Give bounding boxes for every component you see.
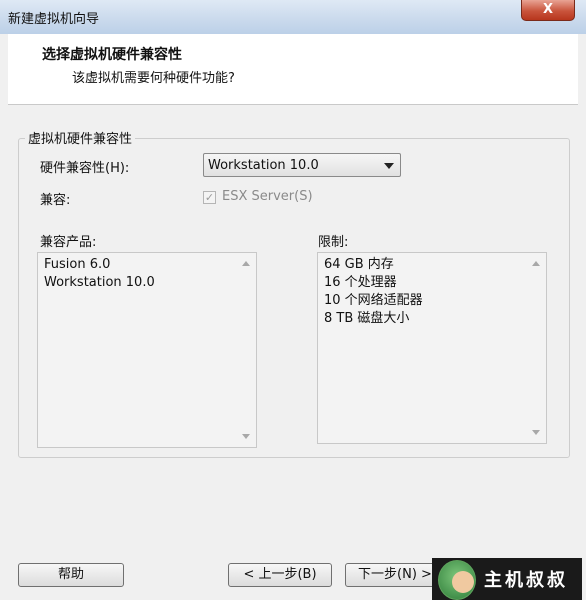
compatible-label: 兼容: xyxy=(40,193,71,208)
list-item: Fusion 6.0 xyxy=(44,257,111,272)
mascot-face xyxy=(452,571,474,593)
groupbox-legend: 虚拟机硬件兼容性 xyxy=(25,128,136,147)
esx-server-label: ESX Server(S) xyxy=(222,189,313,204)
compatible-products-list[interactable]: Fusion 6.0 Workstation 10.0 xyxy=(37,252,257,448)
next-button[interactable]: 下一步(N) > xyxy=(345,563,445,587)
scroll-up-icon[interactable] xyxy=(532,261,540,266)
page-subtitle: 该虚拟机需要何种硬件功能? xyxy=(72,71,235,86)
products-items: Fusion 6.0 Workstation 10.0 xyxy=(44,256,155,292)
hardware-compat-label: 硬件兼容性(H): xyxy=(40,161,130,176)
window-title: 新建虚拟机向导 xyxy=(8,12,100,27)
mascot-icon xyxy=(438,560,476,600)
logo-text: 主机叔叔 xyxy=(484,570,568,591)
check-icon: ✓ xyxy=(204,191,215,204)
page-title: 选择虚拟机硬件兼容性 xyxy=(42,47,182,63)
watermark-logo: 主机叔叔 xyxy=(432,558,582,600)
scroll-down-icon[interactable] xyxy=(532,430,540,435)
scroll-up-icon[interactable] xyxy=(242,261,250,266)
close-icon: X xyxy=(542,2,554,17)
limits-items: 64 GB 内存 16 个处理器 10 个网络适配器 8 TB 磁盘大小 xyxy=(324,256,423,328)
scroll-down-icon[interactable] xyxy=(242,434,250,439)
list-item: 64 GB 内存 xyxy=(324,257,394,272)
list-item: 8 TB 磁盘大小 xyxy=(324,311,410,326)
wizard-header: 选择虚拟机硬件兼容性 该虚拟机需要何种硬件功能? xyxy=(8,34,578,105)
limits-list[interactable]: 64 GB 内存 16 个处理器 10 个网络适配器 8 TB 磁盘大小 xyxy=(317,252,547,444)
close-button[interactable]: X xyxy=(521,0,575,21)
list-item: Workstation 10.0 xyxy=(44,275,155,290)
hardware-compat-value: Workstation 10.0 xyxy=(208,158,319,173)
compatible-products-label: 兼容产品: xyxy=(40,235,97,250)
back-button[interactable]: < 上一步(B) xyxy=(228,563,332,587)
hardware-compat-select[interactable]: Workstation 10.0 xyxy=(203,153,401,177)
esx-server-checkbox[interactable]: ✓ xyxy=(203,191,216,204)
list-item: 16 个处理器 xyxy=(324,275,397,290)
help-button[interactable]: 帮助 xyxy=(18,563,124,587)
list-item: 10 个网络适配器 xyxy=(324,293,423,308)
title-bar: 新建虚拟机向导 X xyxy=(0,0,586,35)
chevron-down-icon[interactable] xyxy=(384,163,394,169)
limits-label: 限制: xyxy=(318,235,349,250)
